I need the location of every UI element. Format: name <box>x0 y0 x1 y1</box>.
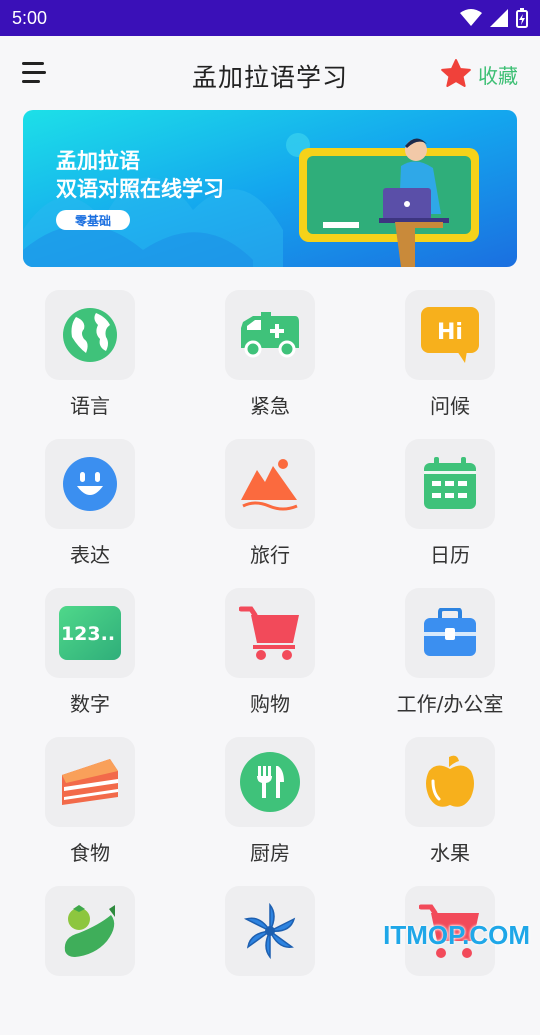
category-tile <box>225 588 315 678</box>
briefcase-icon <box>424 608 476 656</box>
category-tile <box>405 588 495 678</box>
category-work-office[interactable]: 工作/办公室 <box>360 588 540 737</box>
category-greetings[interactable]: Hi 问候 <box>360 290 540 439</box>
svg-text:123..: 123.. <box>61 623 115 645</box>
status-icons <box>460 8 528 28</box>
category-label: 数字 <box>70 692 110 716</box>
category-label: 旅行 <box>250 543 290 567</box>
favorites-label: 收藏 <box>478 63 518 88</box>
category-tile <box>45 886 135 976</box>
category-kitchen[interactable]: 厨房 <box>180 737 360 886</box>
favorites-button[interactable]: 收藏 <box>440 58 518 90</box>
category-tile <box>405 439 495 529</box>
banner-tag: 零基础 <box>74 213 111 228</box>
utensils-icon <box>240 752 300 812</box>
category-emergency[interactable]: 紧急 <box>180 290 360 439</box>
calendar-icon <box>424 457 476 509</box>
banner-line2: 双语对照在线学习 <box>56 177 224 201</box>
category-tile <box>45 439 135 529</box>
category-label: 语言 <box>70 394 110 418</box>
category-language[interactable]: 语言 <box>0 290 180 439</box>
category-tile <box>225 737 315 827</box>
status-time: 5:00 <box>12 7 48 28</box>
category-tile <box>225 439 315 529</box>
vegetables-icon <box>64 905 115 957</box>
category-spices[interactable] <box>180 886 360 1035</box>
status-bar: 5:00 <box>0 0 540 36</box>
globe-icon <box>63 308 117 362</box>
banner-line1: 孟加拉语 <box>56 149 140 173</box>
ambulance-icon <box>241 312 299 358</box>
star-anise-icon <box>243 902 296 960</box>
category-label: 食物 <box>70 841 110 865</box>
category-store[interactable] <box>360 886 540 1035</box>
wifi-icon <box>460 9 482 26</box>
signal-icon <box>490 9 508 27</box>
category-expressions[interactable]: 表达 <box>0 439 180 588</box>
category-tile: 123.. <box>45 588 135 678</box>
category-food[interactable]: 食物 <box>0 737 180 886</box>
watermark: ITMOP.COM <box>383 920 530 950</box>
numbers-icon: 123.. <box>59 606 121 660</box>
category-label: 厨房 <box>250 841 290 865</box>
category-numbers[interactable]: 123.. 数字 <box>0 588 180 737</box>
category-tile <box>45 737 135 827</box>
category-shopping[interactable]: 购物 <box>180 588 360 737</box>
category-fruit[interactable]: 水果 <box>360 737 540 886</box>
category-label: 工作/办公室 <box>396 692 504 716</box>
category-label: 问候 <box>430 394 470 418</box>
category-tile: Hi <box>405 290 495 380</box>
category-tile <box>225 886 315 976</box>
cake-icon <box>62 759 118 805</box>
smiley-icon <box>63 457 117 511</box>
svg-text:Hi: Hi <box>437 320 463 345</box>
category-tile <box>225 290 315 380</box>
category-tile <box>405 737 495 827</box>
category-label: 表达 <box>70 543 110 567</box>
apple-icon <box>426 755 474 807</box>
category-label: 购物 <box>250 692 290 716</box>
category-calendar[interactable]: 日历 <box>360 439 540 588</box>
category-travel[interactable]: 旅行 <box>180 439 360 588</box>
mountain-icon <box>241 459 298 511</box>
category-tile <box>45 290 135 380</box>
app-header: 孟加拉语学习 收藏 <box>0 36 540 112</box>
cart-icon <box>239 606 299 660</box>
category-label: 紧急 <box>250 394 290 418</box>
promo-banner[interactable]: 孟加拉语 双语对照在线学习 零基础 <box>23 110 517 267</box>
star-icon <box>441 59 471 87</box>
category-label: 水果 <box>430 841 470 865</box>
category-vegetables[interactable] <box>0 886 180 1035</box>
hi-bubble-icon: Hi <box>421 307 479 363</box>
category-label: 日历 <box>430 543 470 567</box>
banner-illustration: 孟加拉语 双语对照在线学习 零基础 <box>23 110 517 267</box>
battery-icon <box>516 8 528 28</box>
